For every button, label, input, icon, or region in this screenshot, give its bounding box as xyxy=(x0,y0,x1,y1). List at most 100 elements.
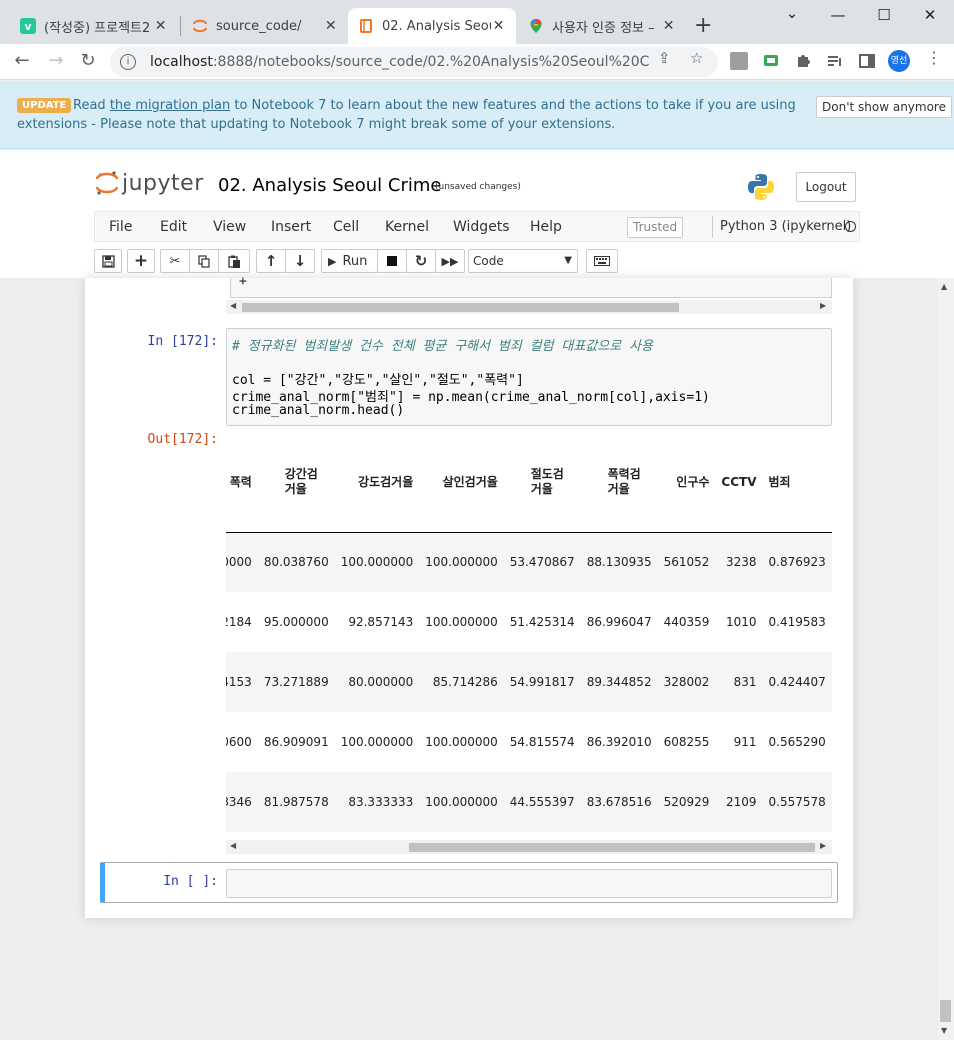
column-header: 강도검거율 xyxy=(334,432,420,533)
restart-icon: ↻ xyxy=(414,252,428,270)
table-cell: 0.565290 xyxy=(768,735,826,749)
address-bar[interactable]: i localhost:8888/notebooks/source_code/0… xyxy=(110,47,718,77)
new-tab-plus-icon[interactable]: + xyxy=(694,13,712,38)
menu-kernel[interactable]: Kernel xyxy=(385,219,429,235)
table-cell: 3238 xyxy=(725,555,757,570)
profile-avatar[interactable]: 영선 xyxy=(888,50,910,72)
browser-tab-credentials[interactable]: 사용자 인증 정보 – ✕ xyxy=(518,8,686,44)
table-row: 4187 0.800600 86.909091 100.000000 100.0… xyxy=(226,712,832,772)
scroll-left-icon[interactable]: ◀ xyxy=(230,301,236,310)
logout-button[interactable]: Logout xyxy=(796,172,856,202)
minimize-icon[interactable]: — xyxy=(828,6,848,24)
table-cell: 88.130935 xyxy=(586,555,652,570)
table-cell: 86.392010 xyxy=(586,735,652,749)
previous-cell-fragment[interactable]: + xyxy=(230,274,832,298)
close-window-icon[interactable]: ✕ xyxy=(920,6,940,24)
table-cell: 0.876923 xyxy=(768,555,826,570)
move-cell-up-button[interactable]: ↑ xyxy=(256,249,286,273)
dont-show-anymore-button[interactable]: Don't show anymore xyxy=(816,96,952,118)
column-header: 범죄 xyxy=(762,432,832,533)
menu-insert[interactable]: Insert xyxy=(271,219,311,235)
share-icon[interactable]: ⇪ xyxy=(658,49,671,67)
interrupt-kernel-button[interactable] xyxy=(377,249,407,273)
jupyter-logo[interactable]: jupyter xyxy=(95,170,204,196)
table-cell: 100.000000 xyxy=(340,735,414,749)
reading-list-icon[interactable] xyxy=(826,52,844,70)
menu-widgets[interactable]: Widgets xyxy=(453,219,510,235)
run-button[interactable]: ▶ Run xyxy=(321,249,378,273)
table-cell: 1010 xyxy=(725,615,757,629)
table-cell: 0.419583 xyxy=(768,615,826,629)
side-panel-icon[interactable] xyxy=(858,52,876,70)
chrome-menu-icon[interactable]: ⋮ xyxy=(926,48,942,67)
code-line: # 정규화된 범죄발생 건수 전체 평균 구해서 범죄 컬럼 대표값으로 사용 xyxy=(232,339,653,354)
scrollbar-thumb[interactable] xyxy=(409,843,815,852)
page-vertical-scrollbar[interactable]: ▲ ▼ xyxy=(938,278,954,1040)
close-tab-icon[interactable]: ✕ xyxy=(661,18,676,34)
menu-edit[interactable]: Edit xyxy=(160,219,187,235)
move-cell-down-button[interactable]: ↓ xyxy=(285,249,315,273)
browser-tab-project[interactable]: v (작성중) 프로젝트2 ✕ xyxy=(10,8,178,44)
screen-capture-extension-icon[interactable] xyxy=(762,52,780,70)
scroll-down-icon[interactable]: ▼ xyxy=(941,1026,947,1035)
menu-cell[interactable]: Cell xyxy=(333,219,359,235)
browser-toolbar: ← → ↻ i localhost:8888/notebooks/source_… xyxy=(0,44,954,80)
code-cell-editor[interactable]: # 정규화된 범죄발생 건수 전체 평균 구해서 범죄 컬럼 대표값으로 사용 … xyxy=(226,328,832,426)
scrollbar-thumb[interactable] xyxy=(940,1000,951,1022)
menu-file[interactable]: File xyxy=(109,219,132,235)
tab-search-chevron-icon[interactable]: ⌄ xyxy=(782,4,802,22)
restart-kernel-button[interactable]: ↻ xyxy=(406,249,436,273)
cut-button[interactable]: ✂ xyxy=(160,249,190,273)
output-prompt: Out[172]: xyxy=(147,432,218,447)
fast-forward-icon: ▶▶ xyxy=(441,254,459,268)
notebook-title[interactable]: 02. Analysis Seoul Crime xyxy=(218,175,441,196)
kernel-name[interactable]: Python 3 (ipykernel) xyxy=(720,219,851,234)
trusted-indicator[interactable]: Trusted xyxy=(627,217,684,238)
forward-arrow-icon[interactable]: → xyxy=(44,50,68,71)
save-floppy-icon xyxy=(101,254,115,268)
empty-code-editor[interactable] xyxy=(226,869,832,898)
extensions-puzzle-icon[interactable] xyxy=(794,52,812,70)
paste-button[interactable] xyxy=(218,249,250,273)
migration-plan-link[interactable]: the migration plan xyxy=(110,98,230,113)
browser-tab-notebook[interactable]: 02. Analysis Seoul ✕ xyxy=(348,8,516,44)
column-header: 인구수 xyxy=(657,432,716,533)
table-header-row: 폭력 강간검거율 강도검거율 살인검거율 절도검거율 폭력검거율 인구수 CCT… xyxy=(226,432,832,533)
banner-message: Read the migration plan to Notebook 7 to… xyxy=(17,98,796,132)
dataframe-table: 폭력 강간검거율 강도검거율 살인검거율 절도검거율 폭력검거율 인구수 CCT… xyxy=(226,432,832,832)
table-cell: 53.470867 xyxy=(509,555,575,570)
menu-help[interactable]: Help xyxy=(530,219,562,235)
maximize-icon[interactable]: ☐ xyxy=(874,6,894,24)
jupyter-logo-text: jupyter xyxy=(122,170,204,196)
close-tab-icon[interactable]: ✕ xyxy=(153,18,168,34)
save-button[interactable] xyxy=(94,249,122,273)
command-palette-button[interactable] xyxy=(586,249,618,273)
restart-run-all-button[interactable]: ▶▶ xyxy=(435,249,465,273)
extension-avatar-icon[interactable] xyxy=(730,52,748,70)
scroll-up-icon[interactable]: ▲ xyxy=(941,282,947,291)
bookmark-star-icon[interactable]: ☆ xyxy=(690,49,703,67)
table-cell: 911 xyxy=(733,735,757,749)
scissors-icon: ✂ xyxy=(169,253,181,269)
table-cell: 0.800600 xyxy=(226,735,252,749)
scroll-left-icon[interactable]: ◀ xyxy=(230,841,236,850)
copy-icon xyxy=(197,254,210,268)
back-arrow-icon[interactable]: ← xyxy=(10,50,34,71)
insert-cell-button[interactable]: + xyxy=(127,249,155,273)
cell-type-select[interactable]: Code ▼ xyxy=(468,249,578,273)
scroll-right-icon[interactable]: ▶ xyxy=(820,841,826,850)
browser-tab-source-code[interactable]: source_code/ ✕ xyxy=(182,8,348,44)
url-text[interactable]: localhost:8888/notebooks/source_code/02.… xyxy=(150,54,650,70)
previous-cell-horizontal-scrollbar[interactable]: ◀ ▶ xyxy=(226,300,832,314)
output-horizontal-scrollbar[interactable]: ◀ ▶ xyxy=(226,840,832,854)
notebook-book-icon xyxy=(358,18,374,34)
reload-icon[interactable]: ↻ xyxy=(76,50,100,71)
column-header: 살인검거율 xyxy=(419,432,504,533)
scroll-right-icon[interactable]: ▶ xyxy=(820,301,826,310)
scrollbar-thumb[interactable] xyxy=(242,303,679,312)
close-tab-icon[interactable]: ✕ xyxy=(323,18,338,34)
close-tab-icon[interactable]: ✕ xyxy=(491,18,506,34)
site-info-icon[interactable]: i xyxy=(120,54,136,70)
copy-button[interactable] xyxy=(189,249,219,273)
menu-view[interactable]: View xyxy=(213,219,246,235)
